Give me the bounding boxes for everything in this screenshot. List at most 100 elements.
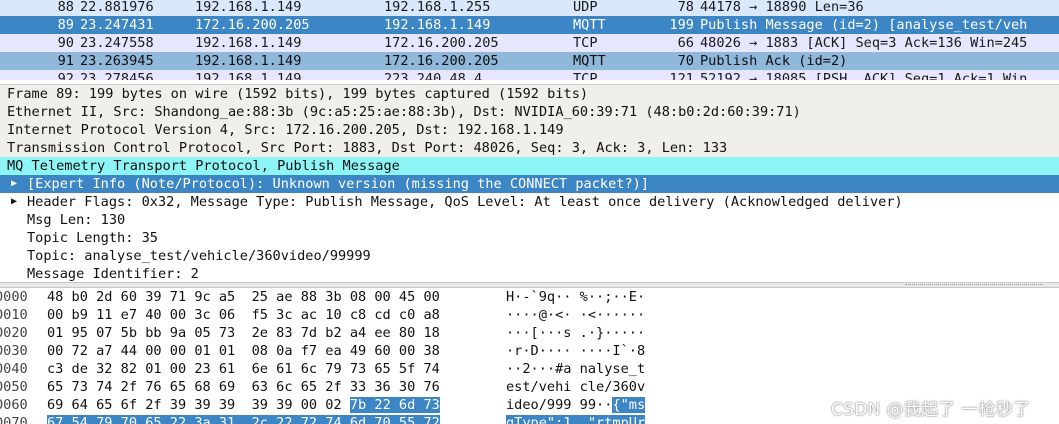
hex-bytes[interactable]: 00 72 a7 44 00 00 01 01 08 0a f7 ea 49 6…: [47, 342, 440, 360]
detail-tree-label: Topic Length: 35: [27, 230, 158, 246]
detail-tree-label: Internet Protocol Version 4, Src: 172.16…: [7, 122, 564, 138]
packet-time: 23.278456: [80, 71, 154, 80]
detail-tree-row[interactable]: ▶ [Expert Info (Note/Protocol): Unknown v…: [0, 175, 1059, 193]
packet-info: 44178 → 18890 Len=36: [700, 0, 864, 15]
ascii-bytes-plain: ····@·<· ·<······: [506, 307, 646, 323]
packet-row[interactable]: 91 23.263945 192.168.1.149 172.16.200.205 MQ…: [0, 52, 1059, 70]
detail-tree-label: Msg Len: 130: [27, 212, 126, 228]
detail-tree-row[interactable]: Topic: analyse_test/vehicle/360video/999…: [0, 247, 1059, 265]
hex-dump-row: 0030 00 72 a7 44 00 00 01 01 08 0a f7 ea …: [0, 342, 1059, 360]
packet-protocol: UDP: [573, 0, 598, 15]
hex-offset: 0030: [0, 343, 28, 359]
watermark: CSDN @我起了 一枪秒了: [831, 400, 1031, 420]
ascii-bytes[interactable]: ····@·<· ·<······: [506, 306, 645, 324]
hex-bytes[interactable]: 00 b9 11 e7 40 00 3c 06 f5 3c ac 10 c8 c…: [47, 306, 440, 324]
packet-info: 48026 → 1883 [ACK] Seq=3 Ack=136 Win=245: [700, 35, 1028, 51]
packet-info: 52192 → 18085 [PSH, ACK] Seq=1 Ack=1 Win: [700, 71, 1028, 80]
detail-tree-row[interactable]: Internet Protocol Version 4, Src: 172.16…: [0, 121, 1059, 139]
packet-time: 23.247431: [80, 17, 154, 33]
hex-bytes[interactable]: 01 95 07 5b bb 9a 05 73 2e 83 7d b2 a4 e…: [47, 324, 440, 342]
detail-tree-row[interactable]: Topic Length: 35: [0, 229, 1059, 247]
packet-number: 92: [57, 71, 74, 80]
packet-protocol: MQTT: [573, 17, 606, 33]
ascii-bytes[interactable]: H·-`9q·· %··;··E·: [506, 288, 645, 306]
packet-source: 192.168.1.149: [195, 0, 302, 15]
detail-tree-label: Topic: analyse_test/vehicle/360video/999…: [27, 248, 371, 264]
packet-row[interactable]: 88 22.881976 192.168.1.149 192.168.1.255 UDP…: [0, 0, 1059, 16]
packet-row[interactable]: 92 23.278456 192.168.1.149 223.240.48.4 TCP 1…: [0, 70, 1059, 80]
detail-tree-label: Message Identifier: 2: [27, 266, 199, 282]
ascii-bytes-plain: H·-`9q·· %··;··E·: [506, 289, 646, 305]
hex-bytes-selected: 67 54 79 70 65 22 3a 31 2c 22 72 74 6d 7…: [47, 415, 440, 424]
detail-tree-row[interactable]: Frame 89: 199 bytes on wire (1592 bits),…: [0, 85, 1059, 103]
packet-source: 192.168.1.149: [195, 35, 302, 51]
packet-time: 22.881976: [80, 0, 154, 15]
hex-bytes[interactable]: c3 de 32 82 01 00 23 61 6e 61 6c 79 73 6…: [47, 360, 440, 378]
packet-destination: 223.240.48.4: [384, 71, 483, 80]
packet-source: 192.168.1.149: [195, 71, 302, 80]
hex-bytes-plain: 69 64 65 6f 2f 39 39 39 39 39 00 02: [47, 397, 350, 413]
detail-tree-label: Frame 89: 199 bytes on wire (1592 bits),…: [7, 86, 589, 102]
packet-number: 91: [57, 53, 74, 69]
detail-tree-row[interactable]: Ethernet II, Src: Shandong_ae:88:3b (9c:…: [0, 103, 1059, 121]
hex-bytes[interactable]: 69 64 65 6f 2f 39 39 39 39 39 00 02 7b 2…: [47, 396, 440, 414]
hex-bytes-plain: 48 b0 2d 60 39 71 9c a5 25 ae 88 3b 08 0…: [47, 289, 440, 305]
ascii-bytes-plain: ···[···s .·}·····: [506, 325, 646, 341]
hex-bytes[interactable]: 67 54 79 70 65 22 3a 31 2c 22 72 74 6d 7…: [47, 414, 440, 424]
packet-list[interactable]: 88 22.881976 192.168.1.149 192.168.1.255 UDP…: [0, 0, 1059, 80]
detail-tree-label: Header Flags: 0x32, Message Type: Publis…: [27, 194, 903, 210]
packet-destination: 172.16.200.205: [384, 53, 499, 69]
hex-bytes-selected: 7b 22 6d 73: [349, 397, 440, 413]
hex-bytes-plain: 65 73 74 2f 76 65 68 69 63 6c 65 2f 33 3…: [47, 379, 440, 395]
detail-tree-label: [Expert Info (Note/Protocol): Unknown ve…: [27, 176, 649, 192]
detail-tree-label: Transmission Control Protocol, Src Port:…: [7, 140, 728, 156]
packet-number: 88: [57, 0, 74, 15]
expand-arrow-icon[interactable]: ▶: [9, 175, 19, 193]
splitter-grip-icon: [905, 284, 1043, 287]
packet-number: 89: [57, 17, 74, 33]
ascii-bytes[interactable]: ··2···#a nalyse_t: [506, 360, 645, 378]
hex-offset: 0050: [0, 379, 28, 395]
packet-length: 78: [677, 0, 694, 15]
hex-bytes-plain: 01 95 07 5b bb 9a 05 73 2e 83 7d b2 a4 e…: [47, 325, 440, 341]
detail-tree-label: MQ Telemetry Transport Protocol, Publish…: [7, 158, 400, 174]
detail-tree-row[interactable]: MQ Telemetry Transport Protocol, Publish…: [0, 157, 1059, 175]
ascii-bytes[interactable]: ···[···s .·}·····: [506, 324, 645, 342]
packet-protocol: MQTT: [573, 53, 606, 69]
hex-bytes[interactable]: 48 b0 2d 60 39 71 9c a5 25 ae 88 3b 08 0…: [47, 288, 440, 306]
ascii-bytes-plain: est/vehi cle/360v: [506, 379, 646, 395]
detail-tree-row[interactable]: Message Identifier: 2: [0, 265, 1059, 283]
hex-bytes-plain: 00 b9 11 e7 40 00 3c 06 f5 3c ac 10 c8 c…: [47, 307, 440, 323]
packet-protocol: TCP: [573, 35, 598, 51]
detail-tree-row[interactable]: Transmission Control Protocol, Src Port:…: [0, 139, 1059, 157]
detail-tree-label: Ethernet II, Src: Shandong_ae:88:3b (9c:…: [7, 104, 801, 120]
detail-tree-row[interactable]: ▶ Header Flags: 0x32, Message Type: Publi…: [0, 193, 1059, 211]
ascii-bytes-plain: ·r·D···· ····I`·8: [506, 343, 646, 359]
packet-protocol: TCP: [573, 71, 598, 80]
packet-source: 172.16.200.205: [195, 17, 310, 33]
hex-bytes-plain: 00 72 a7 44 00 00 01 01 08 0a f7 ea 49 6…: [47, 343, 440, 359]
ascii-bytes-selected: {"ms: [612, 397, 646, 413]
ascii-bytes[interactable]: ·r·D···· ····I`·8: [506, 342, 645, 360]
hex-offset: 0070: [0, 415, 28, 424]
hex-offset: 0000: [0, 289, 28, 305]
ascii-bytes-selected: gType":1 ,"rtmpUr: [506, 415, 646, 424]
hex-bytes-plain: c3 de 32 82 01 00 23 61 6e 61 6c 79 73 6…: [47, 361, 440, 377]
hex-dump-row: 0050 65 73 74 2f 76 65 68 69 63 6c 65 2f …: [0, 378, 1059, 396]
packet-info: Publish Message (id=2) [analyse_test/veh: [700, 17, 1028, 33]
packet-length: 121: [669, 71, 694, 80]
packet-row[interactable]: 89 23.247431 172.16.200.205 192.168.1.149 MQ…: [0, 16, 1059, 34]
detail-tree-row[interactable]: Msg Len: 130: [0, 211, 1059, 229]
ascii-bytes[interactable]: gType":1 ,"rtmpUr: [506, 414, 646, 424]
packet-length: 199: [669, 17, 694, 33]
packet-source: 192.168.1.149: [195, 53, 302, 69]
packet-details-tree[interactable]: Frame 89: 199 bytes on wire (1592 bits),…: [0, 84, 1059, 283]
packet-row[interactable]: 90 23.247558 192.168.1.149 172.16.200.205 TC…: [0, 34, 1059, 52]
expand-arrow-icon[interactable]: ▶: [9, 193, 19, 211]
hex-offset: 0020: [0, 325, 28, 341]
ascii-bytes[interactable]: ideo/999 99··{"ms: [506, 396, 646, 414]
hex-offset: 0040: [0, 361, 28, 377]
hex-bytes[interactable]: 65 73 74 2f 76 65 68 69 63 6c 65 2f 33 3…: [47, 378, 440, 396]
hex-offset: 0060: [0, 397, 28, 413]
ascii-bytes[interactable]: est/vehi cle/360v: [506, 378, 645, 396]
